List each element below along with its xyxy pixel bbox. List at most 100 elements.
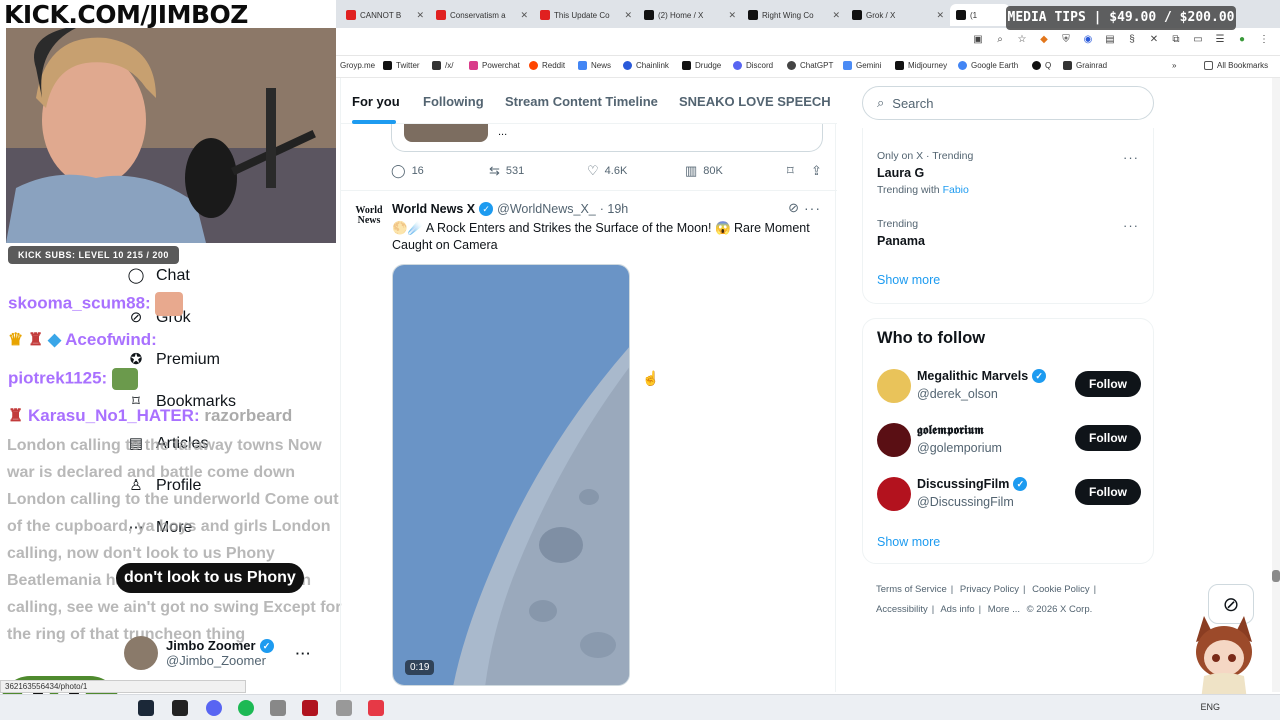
bookmark-item[interactable]: Google Earth [958,61,1018,70]
footer-link[interactable]: More ... [988,604,1020,615]
extension-icon[interactable]: § [1126,34,1138,46]
show-more-link[interactable]: Show more [877,273,940,287]
scrollbar-thumb[interactable] [1272,570,1280,582]
views-button[interactable]: ▥ 80K [685,164,723,178]
address-bar[interactable]: ▣ ⌕ ☆ ◆ ⛨ ◉ ▤ § ✕ ⧉ ▭ ☰ ● ⋮ [336,28,1280,56]
app-icon[interactable] [270,700,286,716]
bookmark-item[interactable]: Reddit [529,61,565,70]
like-button[interactable]: ♡ 4.6K [587,164,627,178]
post-time[interactable]: · 19h [600,202,629,216]
grok-icon[interactable]: ⊘ [788,200,799,216]
bookmarks-overflow-icon[interactable]: » [1172,61,1176,70]
zoom-icon[interactable]: ⌕ [994,34,1006,46]
discord-icon[interactable] [206,700,222,716]
bookmark-item[interactable]: Grainrad [1063,61,1107,70]
nav-item-premium[interactable]: ✪ Premium [126,350,220,370]
shield-icon[interactable]: ⛨ [1060,34,1072,46]
bookmark-item[interactable]: Groyp.me [340,61,375,70]
share-icon: ⇪ [811,163,822,178]
close-icon[interactable]: ✕ [936,10,944,21]
steam-icon[interactable] [138,700,154,716]
extension-icon[interactable]: ▤ [1104,34,1116,46]
all-bookmarks[interactable]: All Bookmarks [1204,61,1268,70]
bookmark-item[interactable]: ChatGPT [787,61,833,70]
trend-item[interactable]: Only on X · Trending Laura G Trending wi… [877,150,973,196]
browser-tab[interactable]: Conservatism a ✕ [430,4,534,26]
sidebar-icon[interactable]: ▭ [1192,34,1204,46]
bookmark-item[interactable]: Q [1032,61,1051,70]
footer-link[interactable]: Cookie Policy [1032,584,1090,595]
bookmark-item[interactable]: Powerchat [469,61,520,70]
follow-suggestion[interactable]: Megalithic Marvels ✓ @derek_olson Follow [877,365,1141,405]
cast-icon[interactable]: ▣ [972,34,984,46]
kebab-menu-icon[interactable]: ⋮ [1258,34,1270,46]
x-logo-icon[interactable]: ✕ [1148,34,1160,46]
browser-tab[interactable]: Grok / X ✕ [846,4,950,26]
bookmark-item[interactable]: Gemini [843,61,881,70]
follow-button[interactable]: Follow [1075,371,1141,397]
app-icon[interactable] [336,700,352,716]
spotify-icon[interactable] [238,700,254,716]
more-dots-icon[interactable]: ··· [804,200,821,216]
app-icon[interactable] [302,700,318,716]
search-input[interactable]: ⌕ Search [862,86,1154,120]
footer-link[interactable]: Terms of Service [876,584,947,595]
repost-button[interactable]: ⇆ 531 [489,164,524,178]
browser-tab[interactable]: CANNOT B ✕ [340,4,430,26]
browser-tab[interactable]: Right Wing Co ✕ [742,4,846,26]
follow-button[interactable]: Follow [1075,425,1141,451]
browser-tab[interactable]: (2) Home / X ✕ [638,4,742,26]
extension-icon[interactable]: ◉ [1082,34,1094,46]
footer-link[interactable]: Ads info [940,604,974,615]
active-tab-indicator [352,120,396,124]
reply-button[interactable]: ◯ 16 [391,164,424,178]
close-icon[interactable]: ✕ [832,10,840,21]
tab-following[interactable]: Following [423,94,484,109]
show-more-link[interactable]: Show more [877,535,940,549]
browser-tab-active[interactable]: (1 [950,4,1010,26]
close-icon[interactable]: ✕ [624,10,632,21]
avatar[interactable]: World News [355,206,383,232]
bookmark-item[interactable]: /x/ [432,61,453,70]
tab-for-you[interactable]: For you [352,94,400,109]
terminal-icon[interactable] [172,700,188,716]
bookmark-item[interactable]: Drudge [682,61,721,70]
close-icon[interactable]: ✕ [728,10,736,21]
post-author-handle[interactable]: @WorldNews_X_ [497,202,596,216]
profile-avatar-icon[interactable]: ● [1236,34,1248,46]
language-indicator[interactable]: ENG [1200,702,1220,712]
menu-icon[interactable]: ☰ [1214,34,1226,46]
nav-item-chat[interactable]: ◯ Chat [126,266,190,286]
quoted-post-card[interactable]: ... [391,124,823,152]
bookmark-item[interactable]: Chainlink [623,61,669,70]
footer-link[interactable]: Privacy Policy [960,584,1019,595]
bookmark-item[interactable]: Discord [733,61,773,70]
metamask-icon[interactable]: ◆ [1038,34,1050,46]
close-icon[interactable]: ✕ [416,10,424,21]
share-button[interactable]: ⇪ [811,164,822,178]
follow-suggestion[interactable]: DiscussingFilm ✓ @DiscussingFilm Follow [877,473,1141,513]
more-dots-icon[interactable]: ··· [296,646,312,661]
tab-stream-content-timeline[interactable]: Stream Content Timeline [505,94,658,109]
bookmark-item[interactable]: Twitter [383,61,420,70]
footer-link[interactable]: Accessibility [876,604,928,615]
more-dots-icon[interactable]: ··· [1123,218,1139,233]
app-icon[interactable] [368,700,384,716]
post-video[interactable]: 0:19 [392,264,630,686]
close-icon[interactable]: ✕ [520,10,528,21]
bookmark-item[interactable]: News [578,61,611,70]
scrollbar[interactable] [1272,78,1280,692]
follow-button[interactable]: Follow [1075,479,1141,505]
browser-tab[interactable]: This Update Co ✕ [534,4,638,26]
account-switcher[interactable]: Jimbo Zoomer ✓ @Jimbo_Zoomer ··· [124,636,312,670]
more-dots-icon[interactable]: ··· [1123,150,1139,165]
webcam-image [6,28,336,243]
bookmark-item[interactable]: Midjourney [895,61,947,70]
bookmark-button[interactable]: ⌑ [787,164,794,178]
follow-suggestion[interactable]: 𝖌𝖔𝖑𝖊𝖒𝖕𝖔𝖗𝖎𝖚𝖒 @golemporium Follow [877,419,1141,459]
post-author-name[interactable]: World News X [392,202,475,216]
trend-item[interactable]: Trending Panama [877,218,925,248]
star-icon[interactable]: ☆ [1016,34,1028,46]
puzzle-icon[interactable]: ⧉ [1170,34,1182,46]
tab-sneako-love-speech[interactable]: SNEAKO LOVE SPEECH [679,94,831,109]
